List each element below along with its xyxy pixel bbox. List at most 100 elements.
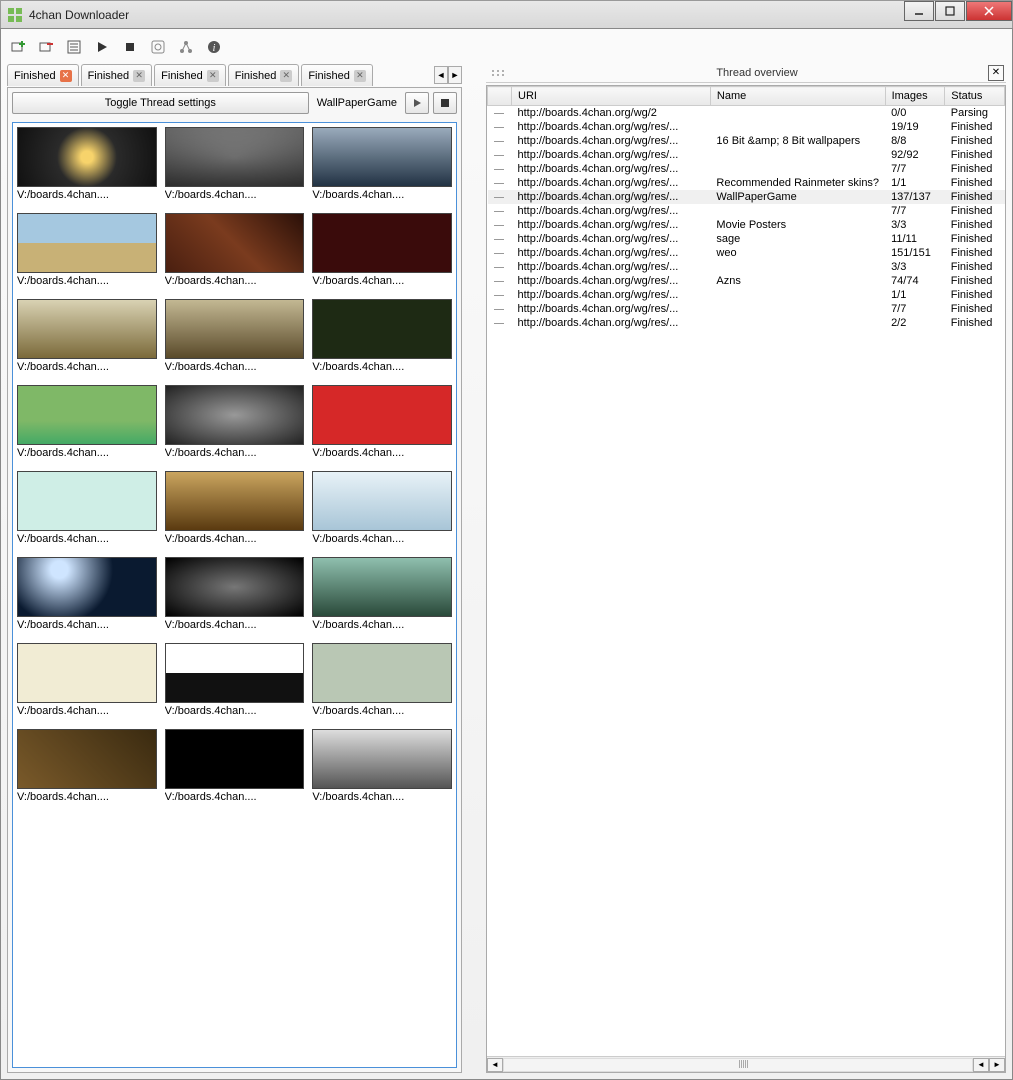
tab-scroll-right-icon[interactable]: ► [448,66,462,84]
tab-close-icon[interactable]: ✕ [207,70,219,82]
table-row[interactable]: http://boards.4chan.org/wg/res/...1/1Fin… [488,288,1005,302]
thumbnail-image[interactable] [312,643,452,703]
thumbnail-item[interactable]: V:/boards.4chan.... [165,729,305,803]
thumbnail-image[interactable] [17,557,157,617]
table-row[interactable]: http://boards.4chan.org/wg/20/0Parsing [488,106,1005,121]
thumbnail-image[interactable] [17,471,157,531]
thumbnail-image[interactable] [312,729,452,789]
thumbnail-item[interactable]: V:/boards.4chan.... [312,729,452,803]
scroll-left-icon[interactable]: ◄ [487,1058,503,1072]
thumbnail-image[interactable] [165,643,305,703]
thumbnail-image[interactable] [312,299,452,359]
thumbnail-item[interactable]: V:/boards.4chan.... [312,213,452,287]
panel-stop-button[interactable] [433,92,457,114]
table-row[interactable]: http://boards.4chan.org/wg/res/...Movie … [488,218,1005,232]
tab-close-icon[interactable]: ✕ [354,70,366,82]
thumbnail-item[interactable]: V:/boards.4chan.... [165,299,305,373]
tab-finished[interactable]: Finished✕ [81,64,153,86]
thumbnail-image[interactable] [312,471,452,531]
tab-close-icon[interactable]: ✕ [60,70,72,82]
thumbnail-item[interactable]: V:/boards.4chan.... [17,127,157,201]
thumbnail-image[interactable] [17,643,157,703]
thumbnail-item[interactable]: V:/boards.4chan.... [312,385,452,459]
thumbnail-item[interactable]: V:/boards.4chan.... [165,643,305,717]
thumbnail-image[interactable] [165,213,305,273]
table-row[interactable]: http://boards.4chan.org/wg/res/...Recomm… [488,176,1005,190]
thumbnail-item[interactable]: V:/boards.4chan.... [165,213,305,287]
panel-grip-icon[interactable] [486,68,526,78]
status-column-header[interactable]: Status [945,87,1005,106]
thumbnail-image[interactable] [17,299,157,359]
thumbnail-item[interactable]: V:/boards.4chan.... [17,385,157,459]
list-icon[interactable] [65,38,83,56]
thumbnail-item[interactable]: V:/boards.4chan.... [165,127,305,201]
thumbnail-image[interactable] [165,471,305,531]
thumbnail-image[interactable] [165,557,305,617]
info-icon[interactable]: i [205,38,223,56]
thumbnail-image[interactable] [17,127,157,187]
thumbnail-item[interactable]: V:/boards.4chan.... [312,471,452,545]
thumbnail-item[interactable]: V:/boards.4chan.... [165,471,305,545]
stop-icon[interactable] [121,38,139,56]
thumbnail-item[interactable]: V:/boards.4chan.... [17,299,157,373]
splitter[interactable] [472,63,476,1073]
maximize-button[interactable] [935,1,965,21]
thumbnail-image[interactable] [17,213,157,273]
tab-close-icon[interactable]: ✕ [133,70,145,82]
thumbnail-image[interactable] [312,557,452,617]
thumbnail-item[interactable]: V:/boards.4chan.... [17,213,157,287]
tree-column-header[interactable] [488,87,512,106]
thumbnail-image[interactable] [312,213,452,273]
table-row[interactable]: http://boards.4chan.org/wg/res/...weo151… [488,246,1005,260]
table-row[interactable]: http://boards.4chan.org/wg/res/...7/7Fin… [488,204,1005,218]
thumbnail-image[interactable] [165,127,305,187]
table-row[interactable]: http://boards.4chan.org/wg/res/...2/2Fin… [488,316,1005,330]
table-row[interactable]: http://boards.4chan.org/wg/res/...3/3Fin… [488,260,1005,274]
table-row[interactable]: http://boards.4chan.org/wg/res/...7/7Fin… [488,302,1005,316]
settings-icon[interactable] [149,38,167,56]
scroll-right-icon[interactable]: ◄ [973,1058,989,1072]
thumbnail-item[interactable]: V:/boards.4chan.... [165,385,305,459]
table-row[interactable]: http://boards.4chan.org/wg/res/...Azns74… [488,274,1005,288]
tab-finished[interactable]: Finished✕ [228,64,300,86]
tab-scroll-left-icon[interactable]: ◄ [434,66,448,84]
thumbnail-item[interactable]: V:/boards.4chan.... [165,557,305,631]
table-row[interactable]: http://boards.4chan.org/wg/res/...19/19F… [488,120,1005,134]
images-column-header[interactable]: Images [885,87,945,106]
toggle-thread-settings-button[interactable]: Toggle Thread settings [12,92,309,114]
thumbnail-item[interactable]: V:/boards.4chan.... [312,557,452,631]
thumbnail-image[interactable] [312,127,452,187]
play-icon[interactable] [93,38,111,56]
thumbnail-item[interactable]: V:/boards.4chan.... [17,557,157,631]
thumbnail-scroll-area[interactable]: V:/boards.4chan....V:/boards.4chan....V:… [12,122,457,1068]
name-column-header[interactable]: Name [710,87,885,106]
table-row[interactable]: http://boards.4chan.org/wg/res/...7/7Fin… [488,162,1005,176]
table-row[interactable]: http://boards.4chan.org/wg/res/...16 Bit… [488,134,1005,148]
thumbnail-item[interactable]: V:/boards.4chan.... [17,729,157,803]
thumbnail-image[interactable] [17,729,157,789]
close-button[interactable] [966,1,1012,21]
table-row[interactable]: http://boards.4chan.org/wg/res/...WallPa… [488,190,1005,204]
thumbnail-item[interactable]: V:/boards.4chan.... [312,643,452,717]
tab-finished[interactable]: Finished✕ [7,64,79,86]
thumbnail-item[interactable]: V:/boards.4chan.... [312,127,452,201]
thumbnail-image[interactable] [165,299,305,359]
tab-close-icon[interactable]: ✕ [280,70,292,82]
horizontal-scrollbar[interactable]: ◄ ◄ ► [487,1056,1005,1072]
thumbnail-image[interactable] [312,385,452,445]
thumbnail-item[interactable]: V:/boards.4chan.... [17,643,157,717]
add-thread-icon[interactable] [9,38,27,56]
thumbnail-image[interactable] [165,729,305,789]
thumbnail-image[interactable] [17,385,157,445]
thread-table[interactable]: URI Name Images Status http://boards.4ch… [487,86,1005,330]
table-row[interactable]: http://boards.4chan.org/wg/res/...sage11… [488,232,1005,246]
titlebar[interactable]: 4chan Downloader [0,0,1013,28]
minimize-button[interactable] [904,1,934,21]
tab-finished[interactable]: Finished✕ [154,64,226,86]
uri-column-header[interactable]: URI [512,87,711,106]
table-row[interactable]: http://boards.4chan.org/wg/res/...92/92F… [488,148,1005,162]
panel-play-button[interactable] [405,92,429,114]
thumbnail-image[interactable] [165,385,305,445]
tab-finished[interactable]: Finished✕ [301,64,373,86]
overview-close-button[interactable]: ✕ [988,65,1004,81]
